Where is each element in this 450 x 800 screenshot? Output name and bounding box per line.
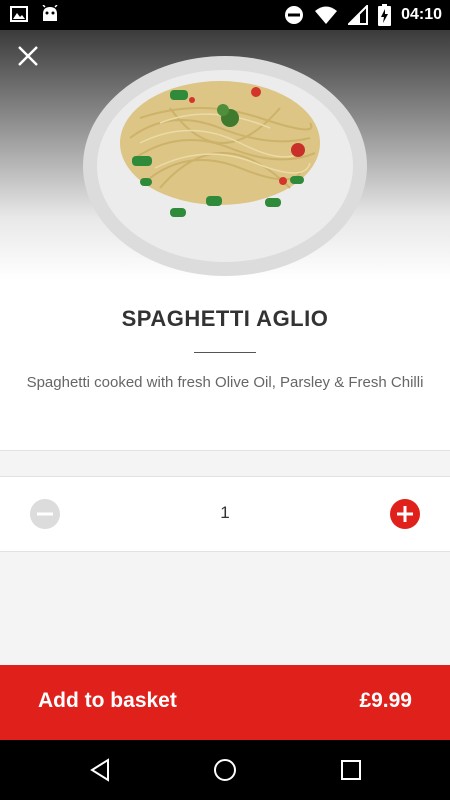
- android-icon: [42, 5, 58, 21]
- product-image-area: [0, 30, 450, 280]
- product-description: Spaghetti cooked with fresh Olive Oil, P…: [26, 374, 424, 391]
- signal-icon: [348, 5, 369, 25]
- product-info: SPAGHETTI AGLIO Spaghetti cooked with fr…: [0, 280, 450, 451]
- dnd-icon: [285, 6, 304, 24]
- quantity-value: 1: [220, 503, 230, 522]
- increase-quantity-button[interactable]: [390, 499, 420, 529]
- quantity-stepper: 1: [0, 476, 450, 552]
- product-image: [83, 56, 367, 276]
- add-to-basket-button[interactable]: Add to basket £9.99: [0, 665, 450, 740]
- close-icon[interactable]: [14, 42, 42, 70]
- status-time: 04:10: [401, 6, 442, 23]
- add-to-basket-label: Add to basket: [38, 689, 177, 712]
- decrease-quantity-button[interactable]: [30, 499, 60, 529]
- recents-icon[interactable]: [338, 757, 364, 783]
- product-title: SPAGHETTI AGLIO: [121, 306, 329, 331]
- wifi-icon: [315, 6, 338, 24]
- battery-charging-icon: [378, 4, 392, 26]
- status-bar: 04:10: [0, 0, 450, 30]
- home-icon[interactable]: [212, 757, 238, 783]
- navigation-bar: [0, 740, 450, 800]
- image-icon: [10, 6, 28, 22]
- title-divider: [194, 352, 256, 353]
- back-icon[interactable]: [88, 757, 114, 783]
- basket-price: £9.99: [359, 689, 412, 712]
